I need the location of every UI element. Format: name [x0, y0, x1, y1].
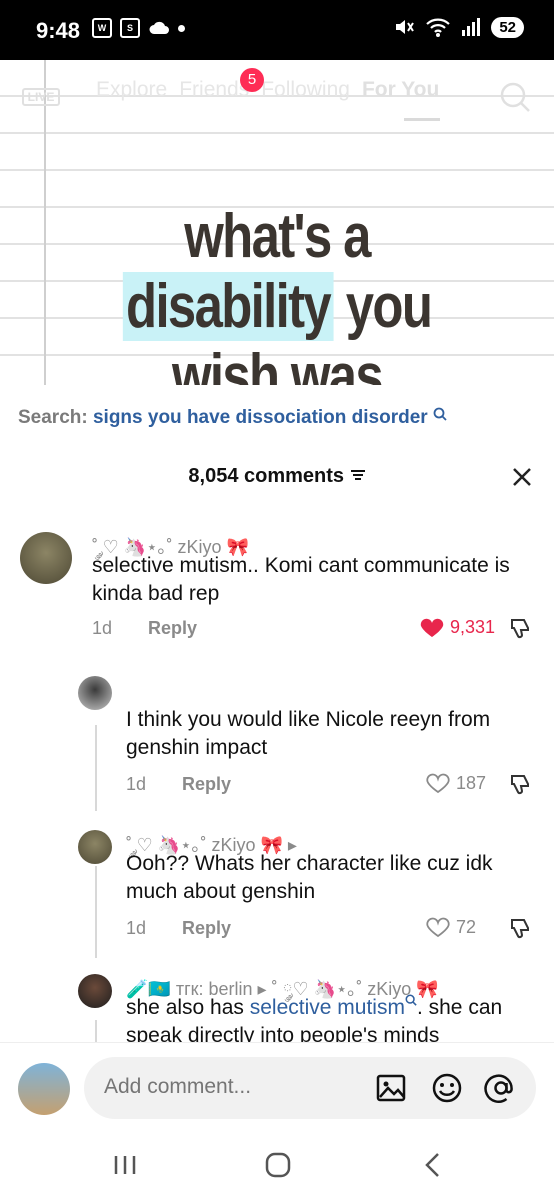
video-text-overlay: what's a disability you wish was — [50, 202, 504, 385]
comment-meta: 1d Reply — [126, 774, 231, 795]
video-player[interactable]: LIVE Explore Friends Following For You 5… — [0, 60, 554, 385]
top-navigation: LIVE Explore Friends Following For You 5 — [0, 68, 554, 121]
avatar[interactable] — [78, 974, 112, 1008]
close-icon[interactable] — [508, 463, 536, 491]
like-button[interactable]: 72 — [426, 916, 476, 938]
heart-icon — [420, 618, 444, 637]
reply-button[interactable]: Reply — [182, 918, 231, 938]
signal-icon — [462, 18, 481, 36]
headline-line-2: disability you — [50, 272, 504, 342]
reply-item: I think you would like Nicole reeyn from… — [0, 672, 554, 802]
tab-explore[interactable]: Explore — [96, 78, 167, 102]
back-button[interactable] — [418, 1150, 448, 1180]
headline-line-2-rest: you — [333, 272, 433, 341]
avatar — [18, 1063, 70, 1115]
live-button[interactable]: LIVE — [22, 78, 60, 108]
recent-apps-button[interactable] — [110, 1150, 140, 1180]
active-tab-underline — [404, 118, 440, 121]
comment-input-container[interactable] — [84, 1057, 536, 1119]
headline-line-1: what's a — [184, 202, 371, 271]
comment-age: 1d — [92, 618, 113, 638]
reply-button[interactable]: Reply — [148, 618, 197, 638]
search-icon — [405, 994, 417, 1006]
wifi-icon — [426, 18, 451, 37]
like-button[interactable]: 9,331 — [420, 616, 495, 638]
webtoon-icon: W — [92, 18, 112, 38]
feed-tabs: Explore Friends Following For You — [96, 78, 439, 102]
system-navigation-bar — [0, 1130, 554, 1200]
dislike-icon[interactable] — [508, 916, 534, 942]
headline-highlight: disability — [122, 272, 334, 341]
friends-badge: 5 — [240, 68, 264, 92]
comments-count: 8,054 comments — [188, 465, 345, 487]
comment-item: ˚ ༘♡ 🦄⋆｡˚ zKiyo 🎀 selective mutism.. Kom… — [0, 520, 554, 650]
comments-title: 8,054 comments — [0, 465, 554, 488]
comment-text: I think you would like Nicole reeyn from… — [126, 708, 491, 759]
like-button[interactable]: 187 — [426, 772, 486, 794]
search-query-link[interactable]: signs you have dissociation disorder — [93, 407, 428, 428]
cloud-icon — [149, 21, 169, 34]
tab-for-you[interactable]: For You — [362, 78, 439, 102]
clock: 9:48 — [36, 18, 81, 43]
comment-input[interactable] — [104, 1071, 364, 1103]
headline-line-3: wish was — [171, 342, 384, 385]
comment-meta: 1d Reply — [126, 918, 231, 939]
search-icon — [433, 407, 447, 421]
heart-icon — [426, 773, 450, 794]
live-label: LIVE — [22, 88, 60, 106]
comment-text-start: she also has — [126, 996, 250, 1019]
comment-text: selective mutism.. Komi cant communicate… — [92, 554, 510, 605]
reply-item: 🧪🇰🇿 тгк: berlin ▸ ˚ ༘♡ 🦄⋆｡˚ zKiyo 🎀 she … — [0, 966, 554, 1042]
dislike-icon[interactable] — [508, 616, 534, 642]
reply-item: ˚ ༘♡ 🦄⋆｡˚ zKiyo 🎀 ▸ Ooh?? Whats her char… — [0, 822, 554, 952]
related-search[interactable]: Search: signs you have dissociation diso… — [0, 385, 554, 457]
filter-icon[interactable] — [350, 468, 366, 482]
comment-age: 1d — [126, 918, 147, 938]
search-label: Search: — [18, 407, 88, 428]
comment-age: 1d — [126, 774, 147, 794]
tab-friends[interactable]: Friends — [179, 78, 249, 102]
comments-header: 8,054 comments — [0, 457, 554, 497]
more-notifications-dot — [178, 24, 185, 32]
battery-level: 52 — [491, 16, 524, 38]
system-icons: 52 — [393, 16, 524, 38]
shopping-icon: S — [120, 18, 140, 38]
avatar[interactable] — [78, 830, 112, 864]
comment-input-bar — [0, 1042, 554, 1130]
home-button[interactable] — [263, 1150, 293, 1180]
comment-meta: 1d Reply — [92, 618, 197, 639]
notification-icons: W S — [92, 18, 185, 38]
like-count: 187 — [456, 772, 487, 793]
reply-button[interactable]: Reply — [182, 774, 231, 794]
emoji-icon[interactable] — [430, 1071, 464, 1105]
image-icon[interactable] — [374, 1071, 408, 1105]
like-count: 9,331 — [450, 616, 496, 637]
status-bar: 9:48 W S 52 — [0, 0, 554, 60]
hashtag-link[interactable]: selective mutism — [250, 996, 405, 1019]
comment-text: Ooh?? Whats her character like cuz idk m… — [126, 852, 493, 903]
heart-icon — [426, 917, 450, 938]
comment-text: she also has selective mutism. she can s… — [126, 994, 536, 1042]
search-icon[interactable] — [498, 80, 532, 114]
avatar[interactable] — [78, 676, 112, 710]
at-icon[interactable] — [484, 1071, 518, 1105]
like-count: 72 — [456, 916, 477, 937]
tab-following[interactable]: Following — [261, 78, 350, 102]
avatar[interactable] — [20, 532, 72, 584]
mute-icon — [396, 20, 415, 34]
dislike-icon[interactable] — [508, 772, 534, 798]
